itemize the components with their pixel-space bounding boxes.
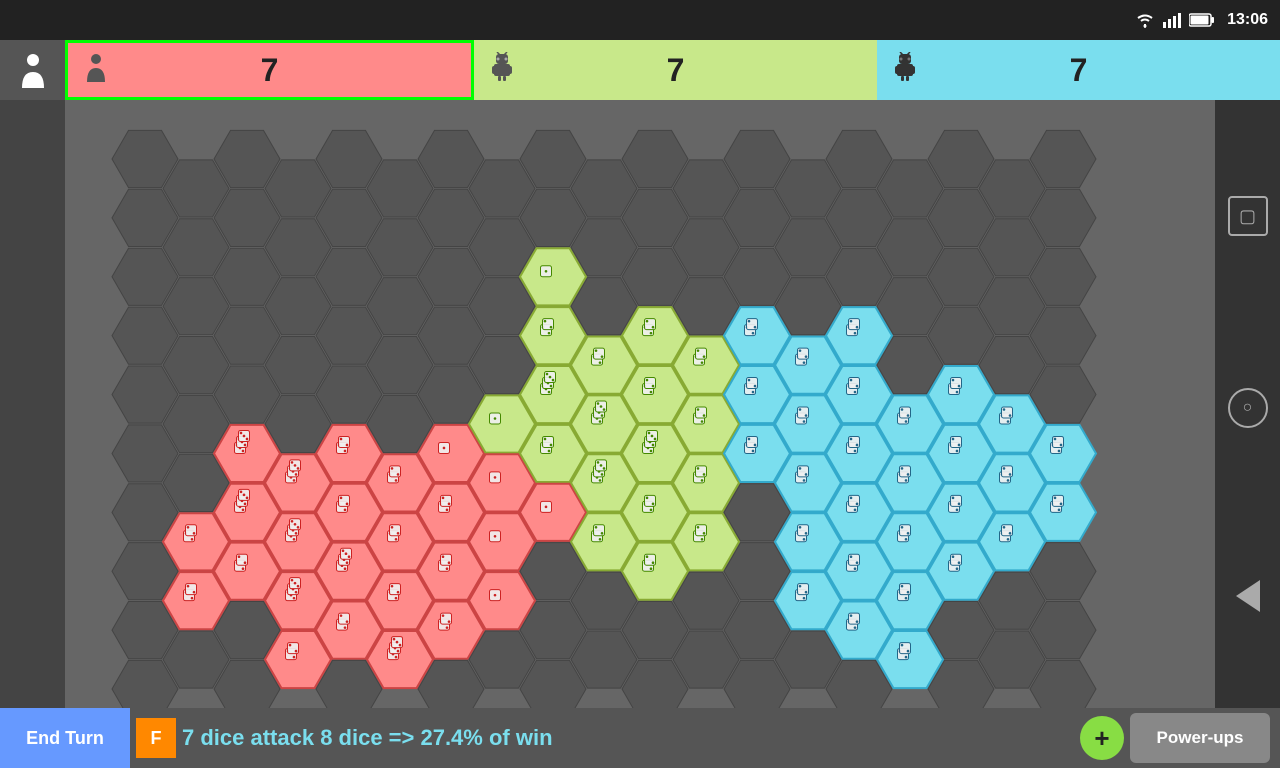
player3-score-cell: 7 [877, 40, 1280, 100]
back-button[interactable] [1236, 580, 1260, 612]
player1-icon [84, 52, 108, 88]
end-turn-button[interactable]: End Turn [0, 708, 130, 768]
power-ups-button[interactable]: Power-ups [1130, 713, 1270, 763]
player2-icon [490, 52, 514, 88]
signal-icon [1163, 12, 1181, 28]
side-panel-left [0, 100, 65, 708]
status-bar: 13:06 [0, 0, 1280, 40]
player-person-icon [18, 52, 48, 88]
player3-icon [893, 52, 917, 88]
message-area: 7 dice attack 8 dice => 27.4% of win [182, 725, 1074, 751]
square-button[interactable]: ▢ [1228, 196, 1268, 236]
hex-grid[interactable]: // We'll draw the hex grid using JS insi… [65, 100, 1215, 708]
battery-icon [1189, 13, 1215, 27]
player1-score: 7 [261, 52, 279, 89]
player2-score: 7 [667, 52, 685, 89]
player2-score-cell: 7 [474, 40, 877, 100]
bottom-bar: End Turn F 7 dice attack 8 dice => 27.4%… [0, 708, 1280, 768]
game-area[interactable]: // We'll draw the hex grid using JS insi… [65, 100, 1215, 708]
wifi-icon [1135, 12, 1155, 28]
status-time: 13:06 [1227, 11, 1268, 29]
circle-button[interactable]: ○ [1228, 388, 1268, 428]
plus-button[interactable]: + [1080, 716, 1124, 760]
player-header: 7 7 [0, 40, 1280, 100]
side-panel-right[interactable]: ▢ ○ [1215, 100, 1280, 708]
player1-score-cell: 7 [65, 40, 474, 100]
current-player-icon [0, 40, 65, 100]
status-icons: 13:06 [1135, 11, 1268, 29]
player3-score: 7 [1070, 52, 1088, 89]
flash-button[interactable]: F [136, 718, 176, 758]
